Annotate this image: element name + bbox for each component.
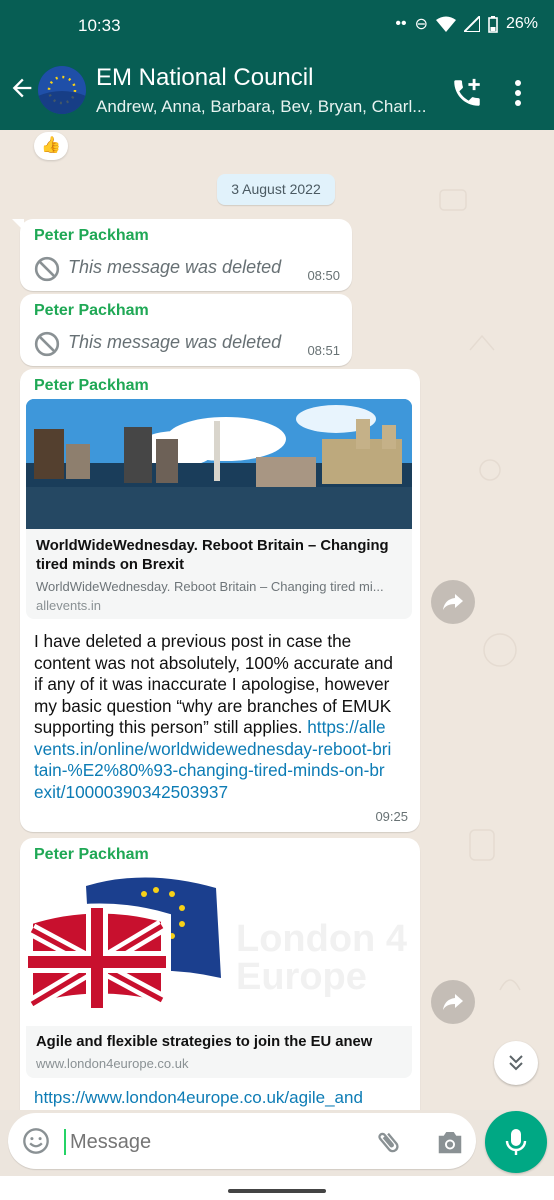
forward-button[interactable] [431, 580, 475, 624]
message-bubble-deleted[interactable]: Peter Packham This message was deleted 0… [12, 219, 352, 291]
gesture-handle[interactable] [228, 1189, 326, 1193]
message-time: 08:51 [307, 343, 340, 358]
message-composer [8, 1113, 476, 1169]
status-icons: •• ⊖ 26% [395, 14, 538, 34]
date-separator: 3 August 2022 [217, 174, 335, 205]
chat-area[interactable]: 👍 3 August 2022 Peter Packham This messa… [0, 130, 554, 1110]
battery-percent: 26% [505, 15, 538, 32]
share-icon [443, 994, 463, 1010]
link-preview-card[interactable]: WorldWideWednesday. Reboot Britain – Cha… [26, 399, 412, 619]
link-preview-card[interactable]: Agile and flexible strategies to join th… [26, 1026, 412, 1078]
system-nav-bar [0, 1176, 554, 1200]
bubble-tail [12, 219, 24, 231]
message-bubble-link[interactable]: Peter Packham London 4 Europe Agile and … [20, 838, 420, 1110]
signal-icon [463, 16, 480, 32]
chat-header: EM National Council Andrew, Anna, Barbar… [0, 50, 554, 130]
dnd-icon: ⊖ [414, 16, 428, 33]
chat-members[interactable]: Andrew, Anna, Barbara, Bev, Bryan, Charl… [96, 97, 431, 117]
more-vert-icon[interactable] [508, 78, 528, 108]
sender-name[interactable]: Peter Packham [34, 846, 149, 864]
message-time: 08:50 [307, 268, 340, 283]
eu-flag-avatar-icon [38, 66, 86, 114]
notification-dots-icon: •• [395, 15, 407, 32]
emoji-icon[interactable] [22, 1127, 50, 1155]
ban-icon [34, 331, 60, 357]
message-link[interactable]: https://www.london4europe.co.uk/agile_an… [34, 1088, 363, 1108]
sender-name[interactable]: Peter Packham [34, 227, 149, 245]
link-title[interactable]: Agile and flexible strategies to join th… [36, 1034, 372, 1050]
back-arrow-icon[interactable] [8, 74, 36, 102]
link-site: www.london4europe.co.uk [36, 1056, 189, 1071]
camera-icon[interactable] [435, 1128, 465, 1156]
forward-button[interactable] [431, 980, 475, 1024]
deleted-message-text: This message was deleted [68, 332, 282, 352]
share-icon [443, 594, 463, 610]
chevron-double-down-icon [509, 1055, 523, 1071]
message-bubble-link[interactable]: Peter Packham WorldWideWednesday. Reboot [20, 369, 420, 832]
message-time: 09:25 [375, 809, 408, 824]
scroll-to-bottom-button[interactable] [494, 1041, 538, 1085]
attach-icon[interactable] [375, 1128, 403, 1156]
link-preview-image[interactable]: London 4 Europe [26, 868, 412, 1018]
status-time: 10:33 [78, 16, 121, 35]
mic-icon [505, 1129, 527, 1155]
link-site: allevents.in [36, 598, 102, 613]
chat-title[interactable]: EM National Council [96, 64, 313, 92]
status-bar: 10:33 •• ⊖ 26% [0, 0, 554, 50]
flags-illustration [26, 877, 221, 1016]
link-title[interactable]: WorldWideWednesday. Reboot Britain – Cha… [36, 537, 406, 575]
message-text: I have deleted a previous post in case t… [34, 631, 394, 803]
add-call-icon[interactable] [450, 76, 484, 110]
message-bubble-deleted[interactable]: Peter Packham This message was deleted 0… [20, 294, 352, 366]
deleted-message-text: This message was deleted [68, 257, 282, 277]
message-input[interactable] [64, 1127, 362, 1157]
sender-name[interactable]: Peter Packham [34, 377, 149, 395]
group-avatar[interactable] [38, 66, 86, 114]
thumbs-up-reaction[interactable]: 👍 [34, 132, 68, 160]
battery-icon [488, 15, 498, 33]
link-preview-image [26, 399, 412, 529]
sender-name[interactable]: Peter Packham [34, 302, 149, 320]
voice-message-button[interactable] [485, 1111, 547, 1173]
wifi-icon [435, 16, 456, 32]
ban-icon [34, 256, 60, 282]
link-description: WorldWideWednesday. Reboot Britain – Cha… [36, 579, 384, 594]
